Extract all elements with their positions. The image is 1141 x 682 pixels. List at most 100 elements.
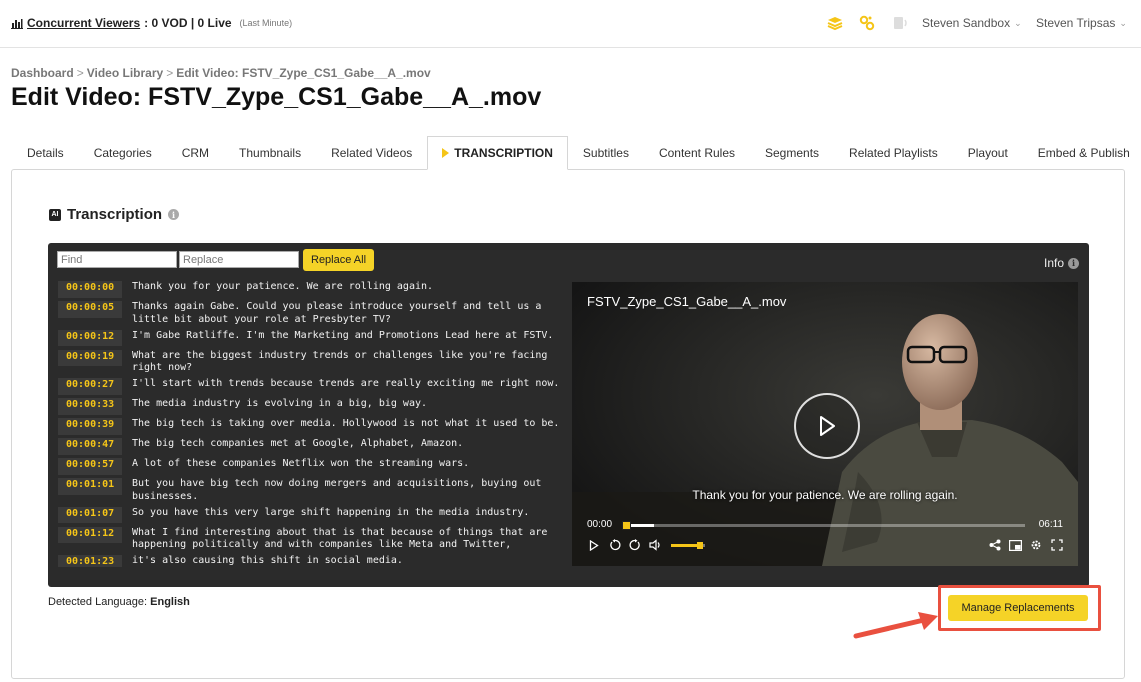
tab-transcription-label: Transcription [454,146,553,160]
stack-icon[interactable] [826,14,844,32]
rewind-icon[interactable] [608,538,622,552]
detected-language: Detected Language: English [48,596,190,608]
replace-all-button[interactable]: Replace All [303,249,375,271]
progress-bar[interactable] [622,521,1025,530]
section-title: AI Transcription i [49,206,180,223]
transcript-text[interactable]: So you have this very large shift happen… [122,507,562,520]
breadcrumb-separator: > [166,66,174,80]
breadcrumb: Dashboard > Video Library > Edit Video: FSTV… [11,66,431,80]
integrations-icon[interactable] [858,14,876,32]
transcript-text[interactable]: The big tech companies met at Google, Al… [122,438,562,451]
manage-replacements-button[interactable]: Manage Replacements [948,595,1088,621]
tab-categories[interactable]: Categories [79,136,167,170]
progress-handle[interactable] [622,521,631,530]
tab-subtitles[interactable]: Subtitles [568,136,644,170]
broadcast-icon[interactable] [892,14,910,32]
timestamp[interactable]: 00:01:01 [58,478,122,495]
concurrent-viewers-label[interactable]: Concurrent Viewers [27,16,140,30]
user-menu-label: Steven Tripsas [1036,16,1116,30]
tab-embed-publish[interactable]: Embed & Publish [1023,136,1141,170]
volume-slider[interactable] [671,542,705,549]
tab-bar: Details Categories CRM Thumbnails Relate… [12,136,1141,170]
concurrent-viewers[interactable]: Concurrent Viewers : 0 VOD | 0 Live (Last… [11,16,292,30]
info-icon[interactable]: i [168,209,180,220]
gear-icon[interactable] [1029,538,1043,552]
fullscreen-icon[interactable] [1050,538,1064,552]
timestamp[interactable]: 00:01:07 [58,506,122,523]
transcript-row[interactable]: 00:01:12 What I find interesting about th… [58,526,562,552]
timestamp[interactable]: 00:00:33 [58,398,122,415]
transcript-text[interactable]: The media industry is evolving in a big,… [122,398,562,411]
transcript-text[interactable]: The big tech is taking over media. Holly… [122,418,562,431]
timestamp[interactable]: 00:01:23 [58,555,122,567]
sandbox-menu[interactable]: Steven Sandbox ⌄ [922,16,1022,30]
timestamp[interactable]: 00:00:12 [58,329,122,346]
page-title: Edit Video: FSTV_Zype_CS1_Gabe__A_.mov [11,83,542,111]
transcript-row[interactable]: 00:00:33 The media industry is evolving i… [58,398,562,415]
info-icon: i [1068,257,1079,269]
transcript-text[interactable]: Thanks again Gabe. Could you please intr… [122,301,562,326]
transcript-row[interactable]: 00:01:01 But you have big tech now doing … [58,478,562,503]
transcript-row[interactable]: 00:01:07 So you have this very large shif… [58,506,562,523]
tab-related-playlists[interactable]: Related Playlists [834,136,953,170]
transcript-row[interactable]: 00:00:47 The big tech companies met at Go… [58,438,562,455]
breadcrumb-item-video-library[interactable]: Video Library [87,66,163,80]
info-link[interactable]: Info i [1044,256,1079,270]
transcription-editor: Replace All Info i 00:00:00Thank you for… [48,243,1089,587]
transcript-row[interactable]: 00:00:57 A lot of these companies Netflix… [58,458,562,475]
transcript-text[interactable]: I'm Gabe Ratliffe. I'm the Marketing and… [122,330,562,343]
transcript-row[interactable]: 00:00:00 Thank you for your patience. We … [58,281,562,298]
tab-content-rules[interactable]: Content Rules [644,136,750,170]
transcript-text[interactable]: What I find interesting about that is th… [122,527,562,552]
transcript-text[interactable]: it's also causing this shift in social m… [122,555,562,567]
chevron-down-icon: ⌄ [1119,17,1127,28]
timestamp[interactable]: 00:00:39 [58,418,122,435]
transcript-row[interactable]: 00:00:05 Thanks again Gabe. Could you ple… [58,301,562,326]
forward-icon[interactable] [628,538,642,552]
section-title-label: Transcription [67,206,163,223]
timestamp[interactable]: 00:00:57 [58,458,122,475]
video-caption: Thank you for your patience. We are roll… [692,488,958,502]
tab-details[interactable]: Details [12,136,79,170]
tab-playout[interactable]: Playout [953,136,1023,170]
transcript-list[interactable]: 00:00:00 Thank you for your patience. We … [58,281,562,567]
user-menu[interactable]: Steven Tripsas ⌄ [1036,16,1127,30]
video-player[interactable]: FSTV_Zype_CS1_Gabe__A_.mov Thank you for… [572,282,1078,566]
replace-input[interactable] [179,251,299,268]
concurrent-viewers-value: : 0 VOD | 0 Live [144,16,232,30]
timestamp[interactable]: 00:00:19 [58,349,122,366]
transcript-text[interactable]: But you have big tech now doing mergers … [122,478,562,503]
concurrent-viewers-note: (Last Minute) [239,18,293,28]
transcript-row[interactable]: 00:01:23 it's also causing this shift in … [58,555,562,567]
detected-language-value: English [150,596,190,608]
tab-related-videos[interactable]: Related Videos [316,136,427,170]
transcript-row[interactable]: 00:00:39 The big tech is taking over medi… [58,418,562,435]
info-link-label: Info [1043,256,1064,270]
find-input[interactable] [57,251,177,268]
play-control-icon[interactable] [587,538,601,552]
tab-segments[interactable]: Segments [750,136,834,170]
transcript-text[interactable]: I'll start with trends because trends ar… [122,378,562,391]
volume-icon[interactable] [648,538,662,552]
breadcrumb-item-dashboard[interactable]: Dashboard [11,66,74,80]
picture-in-picture-icon[interactable] [1008,538,1022,552]
play-button[interactable] [794,393,860,459]
timestamp[interactable]: 00:00:00 [58,281,122,298]
timestamp[interactable]: 00:00:47 [58,438,122,455]
volume-handle[interactable] [696,542,703,549]
timestamp[interactable]: 00:00:05 [58,301,122,318]
tab-thumbnails[interactable]: Thumbnails [224,136,316,170]
transcript-text[interactable]: What are the biggest industry trends or … [122,350,562,375]
tab-transcription[interactable]: Transcription [427,136,568,170]
transcript-row[interactable]: 00:00:27 I'll start with trends because t… [58,378,562,395]
timestamp[interactable]: 00:00:27 [58,378,122,395]
transcript-text[interactable]: Thank you for your patience. We are roll… [122,281,562,294]
pointer-arrow-icon [853,612,938,639]
transcript-row[interactable]: 00:00:19 What are the biggest industry tr… [58,349,562,375]
video-title: FSTV_Zype_CS1_Gabe__A_.mov [587,294,787,309]
transcript-text[interactable]: A lot of these companies Netflix won the… [122,458,562,471]
transcript-row[interactable]: 00:00:12 I'm Gabe Ratliffe. I'm the Marke… [58,329,562,346]
share-icon[interactable] [988,538,1002,552]
timestamp[interactable]: 00:01:12 [58,526,122,543]
tab-crm[interactable]: CRM [167,136,224,170]
